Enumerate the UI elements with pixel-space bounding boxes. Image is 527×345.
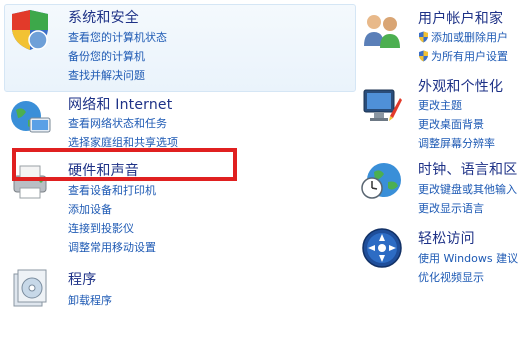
add-device-link[interactable]: 添加设备 [68, 201, 112, 217]
connect-projector-link[interactable]: 连接到投影仪 [68, 220, 134, 236]
ease-of-access-icon[interactable] [360, 226, 404, 270]
ease-of-access-title[interactable]: 轻松访问 [418, 228, 475, 248]
add-remove-users-link[interactable]: 添加或删除用户 [418, 29, 508, 45]
troubleshoot-link[interactable]: 查找并解决问题 [68, 67, 145, 83]
user-accounts-icon[interactable] [360, 8, 404, 52]
optimize-display-link[interactable]: 优化视频显示 [418, 269, 484, 285]
devices-printers-link[interactable]: 查看设备和打印机 [68, 182, 156, 198]
backup-computer-link[interactable]: 备份您的计算机 [68, 48, 145, 64]
programs-disc-icon[interactable] [8, 266, 52, 310]
clock-language-title[interactable]: 时钟、语言和区 [418, 159, 517, 179]
windows-suggestions-link[interactable]: 使用 Windows 建议 [418, 250, 518, 266]
change-keyboard-link[interactable]: 更改键盘或其他输入 [418, 181, 517, 197]
hardware-highlight-box [12, 148, 237, 181]
set-all-users-link[interactable]: 为所有用户设置 [418, 48, 508, 64]
change-theme-link[interactable]: 更改主题 [418, 97, 462, 113]
view-computer-status-link[interactable]: 查看您的计算机状态 [68, 29, 167, 45]
network-globe-icon[interactable] [8, 96, 52, 140]
uac-shield-icon [419, 50, 428, 62]
view-network-status-link[interactable]: 查看网络状态和任务 [68, 115, 167, 131]
clock-globe-icon[interactable] [360, 158, 404, 202]
change-background-link[interactable]: 更改桌面背景 [418, 116, 484, 132]
appearance-title[interactable]: 外观和个性化 [418, 76, 503, 96]
programs-title[interactable]: 程序 [68, 269, 96, 289]
add-remove-users-label: 添加或删除用户 [431, 31, 508, 44]
uac-shield-icon [419, 31, 428, 43]
system-security-title[interactable]: 系统和安全 [68, 7, 139, 27]
mobility-settings-link[interactable]: 调整常用移动设置 [68, 239, 156, 255]
change-display-language-link[interactable]: 更改显示语言 [418, 200, 484, 216]
appearance-monitor-icon[interactable] [360, 82, 404, 126]
network-internet-title[interactable]: 网络和 Internet [68, 94, 172, 114]
screen-resolution-link[interactable]: 调整屏幕分辨率 [418, 135, 495, 151]
user-accounts-title[interactable]: 用户帐户和家 [418, 8, 503, 28]
uninstall-program-link[interactable]: 卸载程序 [68, 292, 112, 308]
set-all-users-label: 为所有用户设置 [431, 50, 508, 63]
system-security-hover-panel [4, 4, 356, 92]
security-shield-icon[interactable] [8, 8, 52, 52]
